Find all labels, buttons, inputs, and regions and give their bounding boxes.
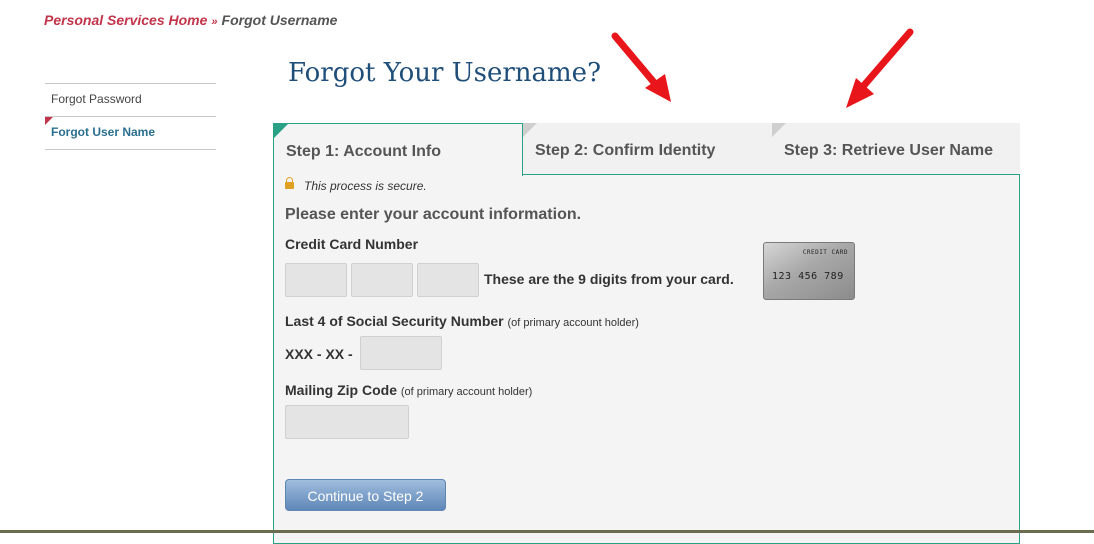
ssn-note: (of primary account holder) bbox=[507, 317, 639, 329]
form-panel: This process is secure. Please enter you… bbox=[273, 174, 1020, 544]
tab-corner-marker bbox=[523, 123, 537, 137]
tab-corner-marker bbox=[274, 124, 288, 138]
divider bbox=[523, 174, 1020, 175]
card-number-hint: These are the 9 digits from your card. bbox=[484, 271, 734, 287]
secure-note-text: This process is secure. bbox=[304, 179, 427, 193]
card-number-field-1[interactable] bbox=[285, 263, 347, 297]
card-number-label: Credit Card Number bbox=[285, 236, 419, 252]
arrow-icon bbox=[611, 32, 671, 102]
form-heading: Please enter your account information. bbox=[285, 206, 582, 223]
tab-label: Step 1: Account Info bbox=[286, 143, 441, 160]
tab-label: Step 2: Confirm Identity bbox=[535, 142, 716, 159]
tab-step-1[interactable]: Step 1: Account Info bbox=[273, 123, 523, 176]
breadcrumb: Personal Services Home » Forgot Username bbox=[44, 12, 337, 28]
sidebar-nav: Forgot Password Forgot User Name bbox=[45, 83, 216, 150]
tab-step-2[interactable]: Step 2: Confirm Identity bbox=[523, 123, 772, 174]
breadcrumb-home-link[interactable]: Personal Services Home bbox=[44, 12, 207, 28]
sidebar-item-label: Forgot Password bbox=[51, 92, 142, 106]
step-tabs: Step 1: Account Info Step 2: Confirm Ide… bbox=[273, 123, 1020, 176]
zip-code-field[interactable] bbox=[285, 405, 409, 439]
ssn-label-text: Last 4 of Social Security Number bbox=[285, 313, 504, 329]
tab-label: Step 3: Retrieve User Name bbox=[784, 142, 993, 159]
active-corner-marker bbox=[45, 117, 53, 125]
breadcrumb-current: Forgot Username bbox=[221, 12, 338, 28]
card-number-field-2[interactable] bbox=[351, 263, 413, 297]
credit-card-image: CREDIT CARD 123 456 789 bbox=[763, 242, 855, 300]
ssn-label: Last 4 of Social Security Number (of pri… bbox=[285, 313, 639, 329]
tab-step-3[interactable]: Step 3: Retrieve User Name bbox=[772, 123, 1020, 174]
sidebar-item-label: Forgot User Name bbox=[51, 125, 156, 139]
card-image-number: 123 456 789 bbox=[772, 271, 844, 282]
card-number-field-3[interactable] bbox=[417, 263, 479, 297]
tab-corner-marker bbox=[772, 123, 786, 137]
sidebar-item-forgot-password[interactable]: Forgot Password bbox=[45, 83, 216, 116]
zip-note: (of primary account holder) bbox=[400, 386, 533, 398]
card-image-label: CREDIT CARD bbox=[802, 249, 848, 256]
ssn-last4-field[interactable] bbox=[360, 336, 442, 370]
page-title: Forgot Your Username? bbox=[288, 58, 602, 88]
sidebar-item-forgot-user-name[interactable]: Forgot User Name bbox=[45, 116, 216, 150]
lock-icon bbox=[285, 177, 294, 189]
zip-label-text: Mailing Zip Code bbox=[285, 382, 397, 398]
ssn-prefix: XXX - XX - bbox=[285, 346, 353, 362]
arrow-icon bbox=[846, 28, 914, 108]
breadcrumb-separator: » bbox=[211, 16, 218, 28]
zip-label: Mailing Zip Code (of primary account hol… bbox=[285, 382, 532, 398]
secure-note: This process is secure. bbox=[285, 177, 427, 193]
continue-button[interactable]: Continue to Step 2 bbox=[285, 479, 446, 511]
